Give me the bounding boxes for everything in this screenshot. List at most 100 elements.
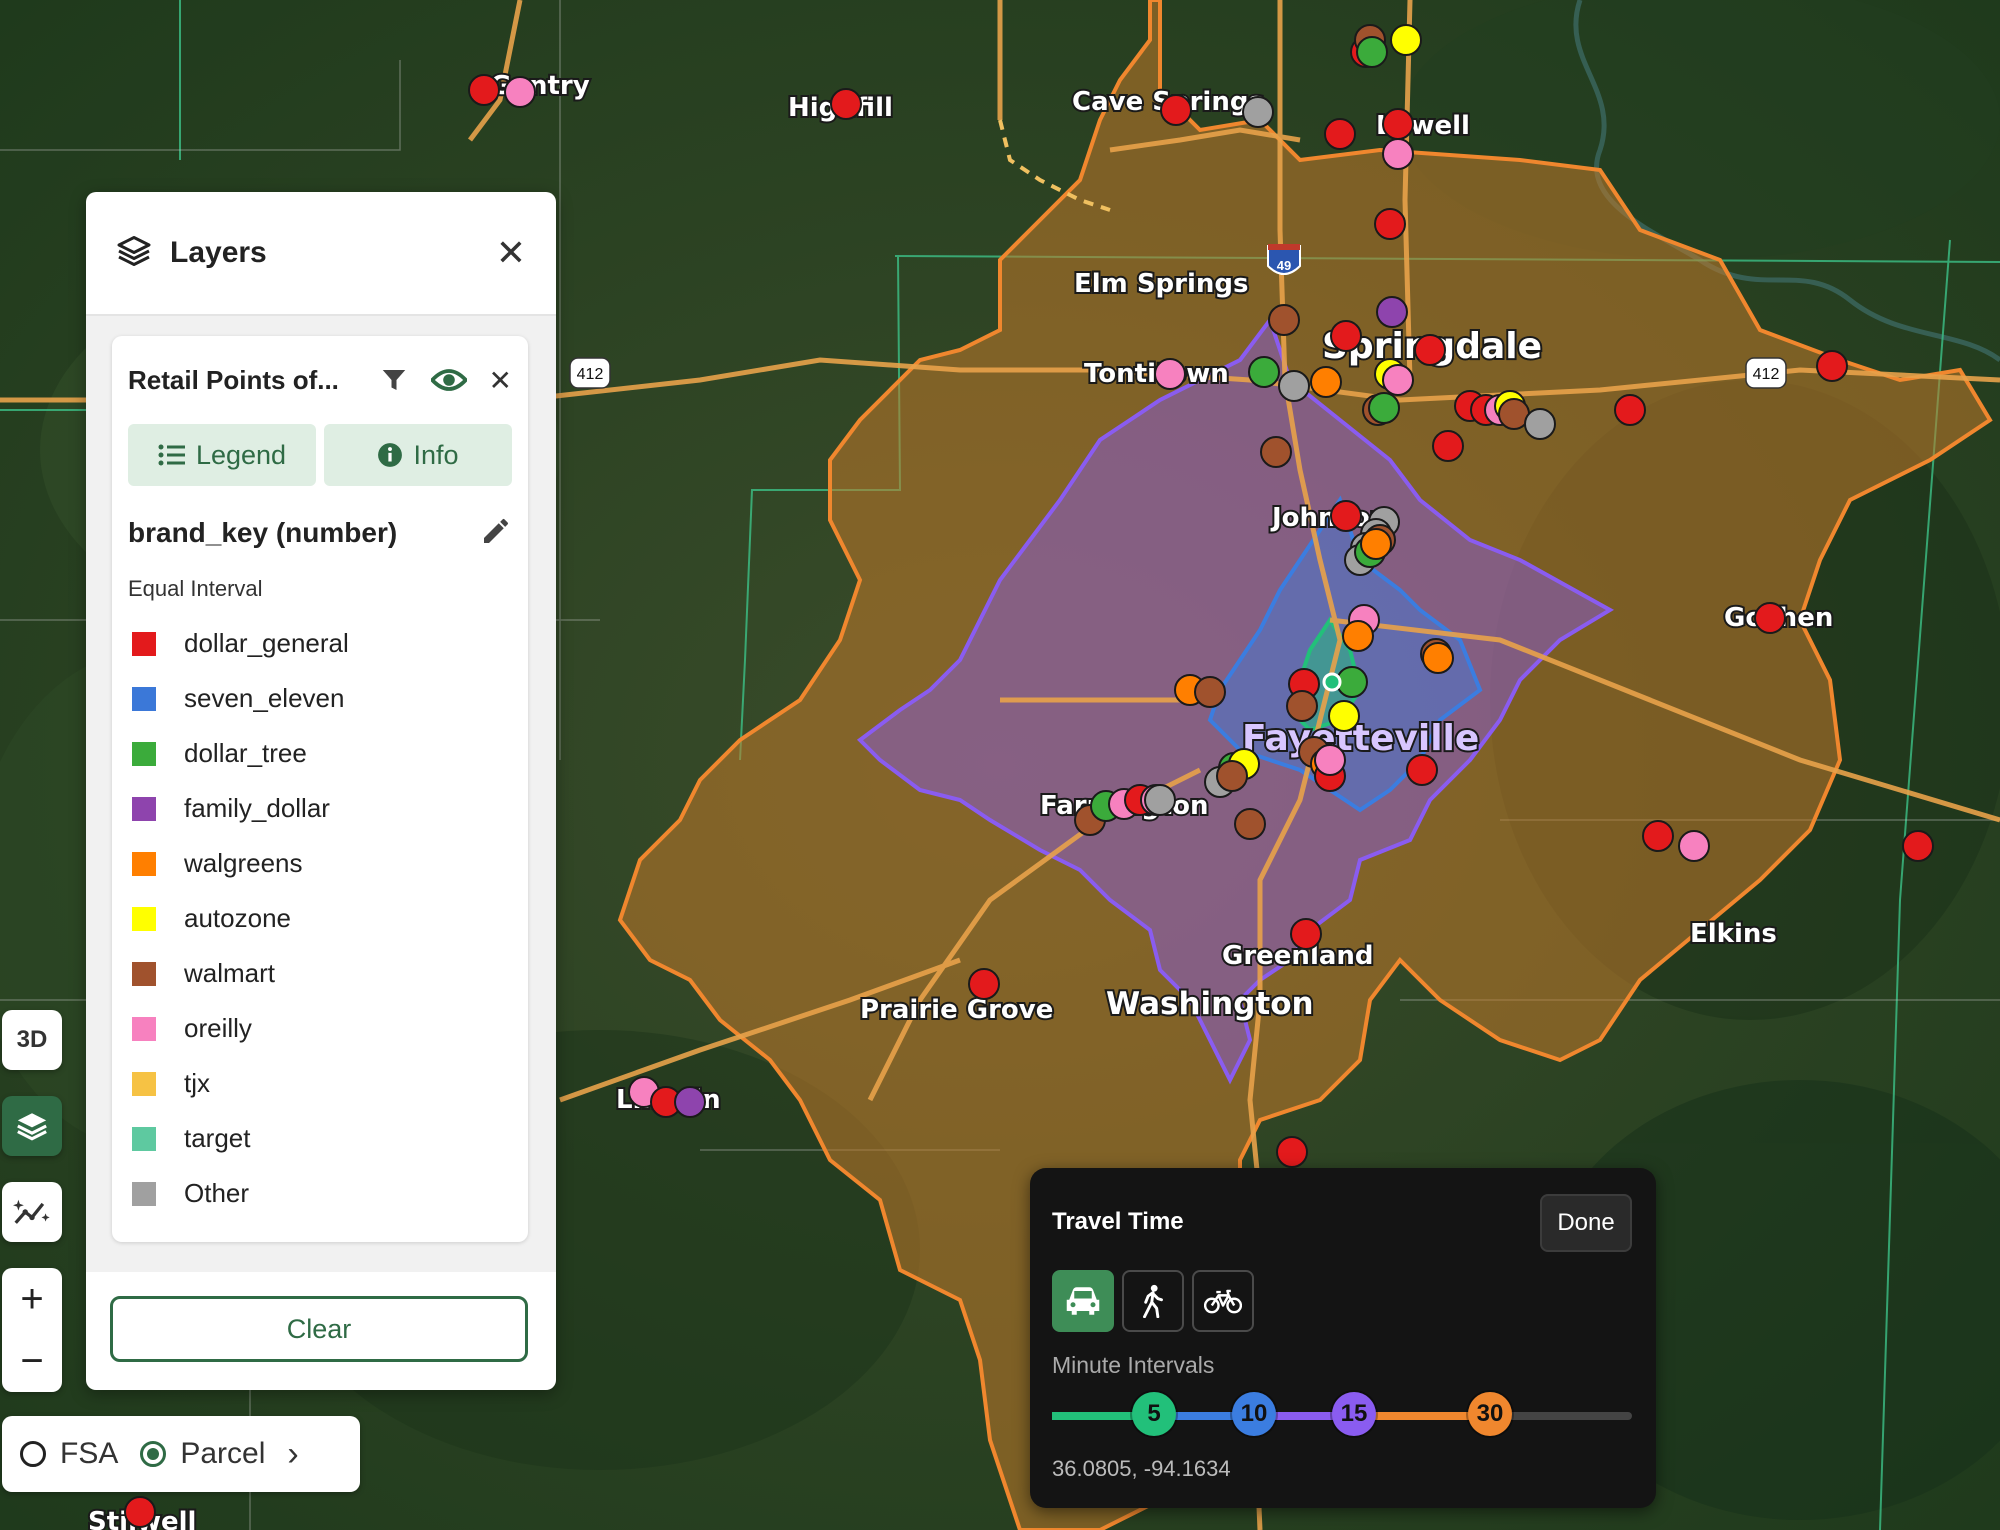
retail-point-marker[interactable] xyxy=(124,1496,156,1528)
retail-point-marker[interactable] xyxy=(1194,676,1226,708)
interval-handle-15[interactable]: 15 xyxy=(1332,1392,1376,1436)
retail-point-marker[interactable] xyxy=(1278,370,1310,402)
retail-point-marker[interactable] xyxy=(1248,356,1280,388)
retail-point-marker[interactable] xyxy=(1422,642,1454,674)
bike-icon xyxy=(1204,1289,1242,1314)
interval-handle-30[interactable]: 30 xyxy=(1468,1392,1512,1436)
mode-walk-button[interactable] xyxy=(1122,1270,1184,1332)
analytics-button[interactable] xyxy=(2,1182,62,1242)
retail-point-marker[interactable] xyxy=(1342,620,1374,652)
tab-legend[interactable]: Legend xyxy=(128,424,316,486)
retail-point-marker[interactable] xyxy=(1314,744,1346,776)
retail-point-marker[interactable] xyxy=(468,74,500,106)
legend-label: tjx xyxy=(184,1068,210,1098)
legend-swatch xyxy=(132,1071,156,1096)
mode-drive-button[interactable] xyxy=(1052,1270,1114,1332)
isochrone-center-marker[interactable] xyxy=(1322,672,1342,692)
retail-point-marker[interactable] xyxy=(1360,528,1392,560)
retail-point-marker[interactable] xyxy=(1310,366,1342,398)
retail-point-marker[interactable] xyxy=(1390,24,1422,56)
close-icon[interactable]: ✕ xyxy=(496,232,526,274)
legend-label: oreilly xyxy=(184,1013,252,1043)
retail-point-marker[interactable] xyxy=(504,76,536,108)
legend-swatch xyxy=(132,741,156,766)
retail-point-marker[interactable] xyxy=(1406,754,1438,786)
clear-button[interactable]: Clear xyxy=(110,1296,528,1362)
zoom-out-button[interactable]: − xyxy=(2,1330,62,1392)
retail-point-marker[interactable] xyxy=(1144,784,1176,816)
legend-list: dollar_general seven_eleven dollar_tree fam… xyxy=(112,616,528,1221)
interval-handle-10[interactable]: 10 xyxy=(1232,1392,1276,1436)
legend-swatch xyxy=(132,796,156,821)
legend-label: walmart xyxy=(184,958,276,988)
layer-tabs: Legend Info xyxy=(112,424,528,486)
retail-point-marker[interactable] xyxy=(1902,830,1934,862)
retail-point-marker[interactable] xyxy=(1330,320,1362,352)
tab-info[interactable]: Info xyxy=(324,424,512,486)
route-shield-412: 412 xyxy=(569,357,611,389)
retail-point-marker[interactable] xyxy=(1328,700,1360,732)
retail-point-marker[interactable] xyxy=(1432,430,1464,462)
retail-point-marker[interactable] xyxy=(830,88,862,120)
retail-point-marker[interactable] xyxy=(1376,296,1408,328)
chevron-right-icon[interactable]: › xyxy=(287,1435,298,1474)
filter-icon[interactable] xyxy=(379,365,409,395)
legend-swatch xyxy=(132,1126,156,1151)
legend-item: dollar_general xyxy=(128,616,512,671)
retail-point-marker[interactable] xyxy=(1290,918,1322,950)
retail-point-marker[interactable] xyxy=(1330,500,1362,532)
retail-point-marker[interactable] xyxy=(1286,690,1318,722)
legend-label: walgreens xyxy=(184,848,303,878)
interval-slider-track[interactable]: 5 10 15 30 xyxy=(1052,1392,1632,1436)
car-icon xyxy=(1066,1287,1100,1315)
retail-point-marker[interactable] xyxy=(1268,304,1300,336)
legend-label: target xyxy=(184,1123,251,1153)
label-elkins: Elkins xyxy=(1690,919,1777,949)
retail-point-marker[interactable] xyxy=(1524,408,1556,440)
legend-swatch xyxy=(132,686,156,711)
fsa-radio[interactable]: FSA xyxy=(20,1437,118,1471)
legend-label: family_dollar xyxy=(184,793,330,823)
retail-point-marker[interactable] xyxy=(1356,36,1388,68)
layers-panel-header: Layers ✕ xyxy=(86,192,556,316)
layers-button[interactable] xyxy=(2,1096,62,1156)
tab-info-label: Info xyxy=(413,439,459,470)
zoom-in-button[interactable]: + xyxy=(2,1268,62,1330)
3d-toggle-button[interactable]: 3D xyxy=(2,1010,62,1070)
retail-point-marker[interactable] xyxy=(1276,1136,1308,1168)
retail-point-marker[interactable] xyxy=(674,1086,706,1118)
retail-point-marker[interactable] xyxy=(1816,350,1848,382)
retail-point-marker[interactable] xyxy=(1678,830,1710,862)
retail-point-marker[interactable] xyxy=(1414,334,1446,366)
retail-point-marker[interactable] xyxy=(968,968,1000,1000)
done-button[interactable]: Done xyxy=(1540,1194,1632,1252)
tab-legend-label: Legend xyxy=(195,439,287,470)
retail-point-marker[interactable] xyxy=(1324,118,1356,150)
legend-label: Other xyxy=(184,1178,250,1208)
interval-handle-5[interactable]: 5 xyxy=(1132,1392,1176,1436)
retail-point-marker[interactable] xyxy=(1160,94,1192,126)
retail-point-marker[interactable] xyxy=(1216,760,1248,792)
retail-point-marker[interactable] xyxy=(1382,108,1414,140)
pencil-icon[interactable] xyxy=(480,515,512,552)
retail-point-marker[interactable] xyxy=(1154,358,1186,390)
retail-point-marker[interactable] xyxy=(1614,394,1646,426)
mode-bike-button[interactable] xyxy=(1192,1270,1254,1332)
retail-point-marker[interactable] xyxy=(1368,392,1400,424)
label-washington: Washington xyxy=(1106,986,1314,1022)
remove-layer-icon[interactable]: ✕ xyxy=(489,364,512,397)
retail-point-marker[interactable] xyxy=(1234,808,1266,840)
route-shield-412: 412 xyxy=(1745,357,1787,389)
label-fayetteville: Fayetteville xyxy=(1242,718,1479,759)
retail-point-marker[interactable] xyxy=(1642,820,1674,852)
retail-point-marker[interactable] xyxy=(1260,436,1292,468)
parcel-radio[interactable]: Parcel xyxy=(140,1437,265,1471)
retail-point-marker[interactable] xyxy=(1382,364,1414,396)
travel-time-panel: Travel Time Done Minute Intervals 5 10 1… xyxy=(1030,1168,1656,1508)
retail-point-marker[interactable] xyxy=(1382,138,1414,170)
retail-point-marker[interactable] xyxy=(1754,602,1786,634)
eye-icon[interactable] xyxy=(430,365,467,395)
retail-point-marker[interactable] xyxy=(1242,96,1274,128)
legend-swatch xyxy=(132,1016,156,1041)
retail-point-marker[interactable] xyxy=(1374,208,1406,240)
